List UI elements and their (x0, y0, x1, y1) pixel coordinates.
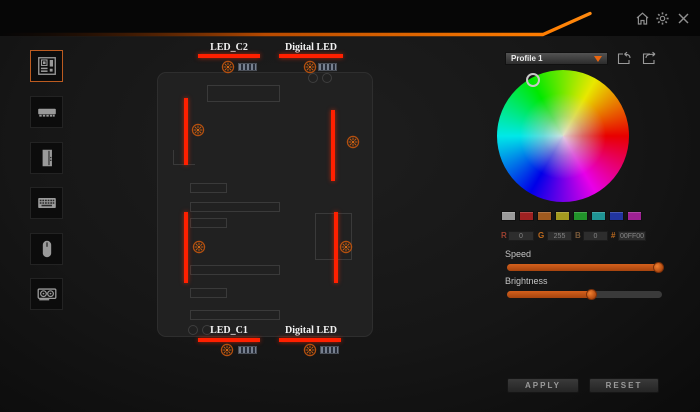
led-header-sun-icon[interactable] (220, 343, 234, 357)
keyboard-icon (36, 192, 58, 214)
color-wheel-selector[interactable] (526, 73, 540, 87)
color-swatch[interactable] (591, 211, 606, 221)
led-header-bar (198, 338, 260, 342)
speed-label: Speed (505, 249, 531, 259)
blue-value-field[interactable]: 0 (583, 231, 608, 241)
led-header-label: LED_C1 (198, 326, 260, 336)
motherboard-icon (36, 55, 58, 77)
red-value-field[interactable]: 0 (508, 231, 534, 241)
led-zone-sun-icon[interactable] (191, 123, 205, 137)
export-profile-icon[interactable] (641, 51, 657, 65)
brightness-label: Brightness (505, 276, 548, 286)
home-icon[interactable] (635, 11, 650, 26)
led-header-sun-icon[interactable] (221, 60, 235, 74)
speed-slider-knob[interactable] (653, 262, 664, 273)
color-swatch[interactable] (519, 211, 534, 221)
import-profile-icon[interactable] (616, 51, 632, 65)
led-header-bar (279, 338, 341, 342)
color-swatch[interactable] (609, 211, 624, 221)
chevron-down-icon (594, 56, 602, 62)
profile-dropdown[interactable]: Profile 1 (505, 52, 608, 65)
board-region-outline (190, 288, 227, 298)
led-zone-bar (334, 212, 338, 283)
apply-button[interactable]: APPLY (507, 378, 579, 393)
board-mount-hole (188, 325, 198, 335)
board-region-outline (190, 183, 227, 193)
board-region-outline (190, 265, 280, 275)
hex-value-field[interactable]: 00FF00 (618, 231, 646, 241)
brightness-slider-fill (507, 291, 595, 298)
board-region-outline (207, 85, 280, 102)
led-header-connector-icon (320, 346, 339, 354)
color-wheel[interactable] (497, 70, 629, 202)
led-header-bar (279, 54, 343, 58)
green-label: G (538, 231, 544, 241)
led-header-connector-icon (238, 63, 257, 71)
green-value-field[interactable]: 255 (547, 231, 572, 241)
led-zone-bar (184, 98, 188, 165)
close-icon[interactable] (676, 11, 691, 26)
brightness-slider[interactable] (507, 291, 662, 298)
brightness-slider-knob[interactable] (586, 289, 597, 300)
led-zone-sun-icon[interactable] (192, 240, 206, 254)
reset-button[interactable]: RESET (589, 378, 659, 393)
color-swatch[interactable] (627, 211, 642, 221)
color-swatch[interactable] (501, 211, 516, 221)
sidebar-item-keyboard[interactable] (30, 187, 63, 219)
led-header-connector-icon (318, 63, 337, 71)
pc-case-icon (36, 147, 58, 169)
led-zone-sun-icon[interactable] (346, 135, 360, 149)
board-region-outline (190, 202, 280, 212)
sidebar-item-pc-case[interactable] (30, 142, 63, 174)
memory-icon (36, 101, 58, 123)
speed-slider[interactable] (507, 264, 662, 271)
color-swatch[interactable] (573, 211, 588, 221)
red-label: R (501, 231, 507, 241)
rgb-fusion-window: LED_C2 Digital LED LED_C1 Digital LED Pr… (0, 0, 700, 412)
led-header-label: LED_C2 (198, 43, 260, 53)
led-header-label: Digital LED (279, 326, 343, 336)
color-swatch[interactable] (537, 211, 552, 221)
sidebar-item-mouse[interactable] (30, 233, 63, 265)
orange-swoosh-accent (0, 0, 700, 36)
led-zone-bar (331, 110, 335, 181)
title-bar (0, 0, 700, 36)
color-swatch[interactable] (555, 211, 570, 221)
hex-label: # (611, 231, 615, 241)
speed-slider-fill (507, 264, 662, 271)
profile-dropdown-value: Profile 1 (506, 54, 543, 63)
mouse-icon (36, 238, 58, 260)
led-header-label: Digital LED (279, 43, 343, 53)
sidebar-item-memory[interactable] (30, 96, 63, 128)
sidebar-item-motherboard[interactable] (30, 50, 63, 82)
graphics-card-icon (36, 283, 58, 305)
sidebar-item-graphics-card[interactable] (30, 278, 63, 310)
led-header-connector-icon (238, 346, 257, 354)
led-zone-sun-icon[interactable] (339, 240, 353, 254)
led-header-sun-icon[interactable] (303, 343, 317, 357)
board-region-outline (190, 310, 280, 320)
blue-label: B (575, 231, 581, 241)
led-zone-bar (184, 212, 188, 283)
board-region-outline (190, 218, 227, 228)
led-header-bar (198, 54, 260, 58)
board-mount-hole (322, 73, 332, 83)
board-mount-hole (308, 73, 318, 83)
led-header-sun-icon[interactable] (303, 60, 317, 74)
settings-gear-icon[interactable] (655, 11, 670, 26)
